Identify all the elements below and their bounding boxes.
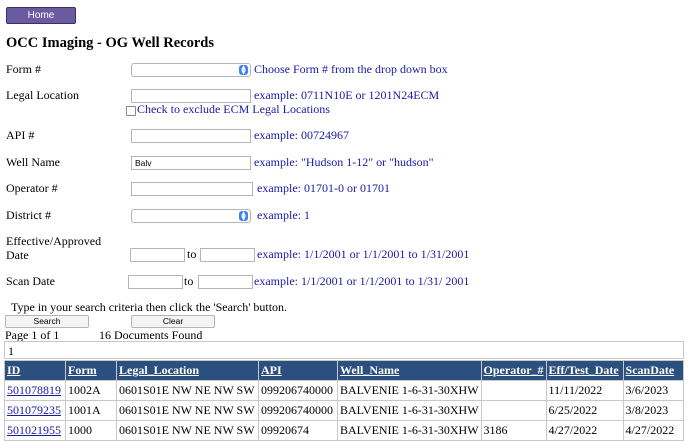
legal-location-cell: 0601S01E NW NE NW SW xyxy=(116,420,259,441)
well-name-cell: BALVENIE 1-6-31-30XHW xyxy=(337,400,482,421)
exclude-ecm-label: Check to exclude ECM Legal Locations xyxy=(137,102,330,116)
column-header-eff-test-date[interactable]: Eff/Test_Date xyxy=(545,360,624,381)
operator-input[interactable] xyxy=(131,182,253,196)
effective-date-label-line1: Effective/Approved xyxy=(6,234,102,248)
form-number-select[interactable]: ▲ ▼ xyxy=(131,63,251,77)
record-id-link[interactable]: 501078819 xyxy=(7,383,61,397)
api-hint: example: 00724967 xyxy=(254,128,349,142)
legal-location-hint: example: 0711N10E or 1201N24ECM xyxy=(254,88,440,102)
scan-date-hint: example: 1/1/2001 or 1/1/2001 to 1/31/ 2… xyxy=(254,274,470,288)
exclude-ecm-checkbox[interactable] xyxy=(126,106,136,116)
scan-date-to-input[interactable] xyxy=(198,275,253,289)
operator-cell xyxy=(480,380,547,401)
well-name-label: Well Name xyxy=(6,155,61,169)
page-title: OCC Imaging - OG Well Records xyxy=(6,35,214,51)
record-id-link[interactable]: 501079235 xyxy=(7,403,61,417)
eff-test-date-cell: 4/27/2022 xyxy=(545,420,624,441)
well-name-cell: BALVENIE 1-6-31-30XHW xyxy=(337,420,482,441)
chevron-updown-icon: ▲ ▼ xyxy=(239,211,248,222)
scan-date-from-input[interactable] xyxy=(128,275,183,289)
effective-date-label-line2: Date xyxy=(6,248,29,262)
scan-date-label: Scan Date xyxy=(6,274,55,288)
api-cell: 099206740000 xyxy=(258,400,338,421)
operator-label: Operator # xyxy=(6,181,58,195)
legal-location-label: Legal Location xyxy=(6,88,79,102)
well-name-hint: example: "Hudson 1-12" or "hudson" xyxy=(254,155,434,169)
eff-test-date-cell: 6/25/2022 xyxy=(545,400,624,421)
effective-date-to-label: to xyxy=(187,247,197,261)
legal-location-cell: 0601S01E NW NE NW SW xyxy=(116,380,259,401)
api-cell: 09920674 xyxy=(258,420,338,441)
column-header-form[interactable]: Form xyxy=(65,360,117,381)
table-row: 501078819 1002A 0601S01E NW NE NW SW 099… xyxy=(4,380,685,401)
legal-location-cell: 0601S01E NW NE NW SW xyxy=(116,400,259,421)
api-cell: 099206740000 xyxy=(258,380,338,401)
column-header-scan-date[interactable]: ScanDate xyxy=(622,360,685,381)
record-id-link[interactable]: 501021955 xyxy=(7,423,61,437)
column-header-api[interactable]: API xyxy=(258,360,338,381)
form-number-hint: Choose Form # from the drop down box xyxy=(254,62,448,76)
column-header-legal-location[interactable]: Legal_Location xyxy=(116,360,259,381)
scan-date-to-label: to xyxy=(184,274,194,288)
well-name-input[interactable]: Balv xyxy=(131,156,251,170)
column-header-well-name[interactable]: Well_Name xyxy=(337,360,482,381)
instructions-text: Type in your search criteria then click … xyxy=(11,300,288,314)
operator-cell: 3186 xyxy=(480,420,547,441)
column-header-operator[interactable]: Operator_# xyxy=(480,360,547,381)
form-cell: 1001A xyxy=(65,400,117,421)
effective-date-hint: example: 1/1/2001 or 1/1/2001 to 1/31/20… xyxy=(257,247,470,261)
id-cell: 501079235 xyxy=(4,400,66,421)
table-header-row: ID Form Legal_Location API Well_Name Ope… xyxy=(4,360,685,381)
district-label: District # xyxy=(6,208,51,222)
operator-cell xyxy=(480,400,547,421)
scan-date-cell: 4/27/2022 xyxy=(622,420,685,441)
home-button[interactable]: Home xyxy=(6,7,76,24)
table-row: 501079235 1001A 0601S01E NW NE NW SW 099… xyxy=(4,400,685,421)
api-label: API # xyxy=(6,128,35,142)
form-cell: 1000 xyxy=(65,420,117,441)
form-cell: 1002A xyxy=(65,380,117,401)
eff-test-date-cell: 11/11/2022 xyxy=(545,380,624,401)
table-row: 501021955 1000 0601S01E NW NE NW SW 0992… xyxy=(4,420,685,441)
id-cell: 501078819 xyxy=(4,380,66,401)
column-header-id[interactable]: ID xyxy=(4,360,66,381)
operator-hint: example: 01701-0 or 01701 xyxy=(257,181,390,195)
page-number-row: 1 xyxy=(4,341,684,359)
scan-date-cell: 3/6/2023 xyxy=(622,380,685,401)
api-input[interactable] xyxy=(131,129,251,143)
page-number-link[interactable]: 1 xyxy=(8,344,14,359)
well-name-cell: BALVENIE 1-6-31-30XHW xyxy=(337,380,482,401)
results-table: ID Form Legal_Location API Well_Name Ope… xyxy=(4,360,685,441)
district-hint: example: 1 xyxy=(257,208,310,222)
legal-location-input[interactable] xyxy=(131,89,251,103)
search-button[interactable]: Search xyxy=(5,315,89,328)
scan-date-cell: 3/8/2023 xyxy=(622,400,685,421)
clear-button[interactable]: Clear xyxy=(131,315,215,328)
chevron-updown-icon: ▲ ▼ xyxy=(239,65,248,76)
form-number-label: Form # xyxy=(6,62,42,76)
district-select[interactable]: ▲ ▼ xyxy=(131,209,251,223)
id-cell: 501021955 xyxy=(4,420,66,441)
effective-date-to-input[interactable] xyxy=(200,248,255,262)
effective-date-from-input[interactable] xyxy=(130,248,185,262)
